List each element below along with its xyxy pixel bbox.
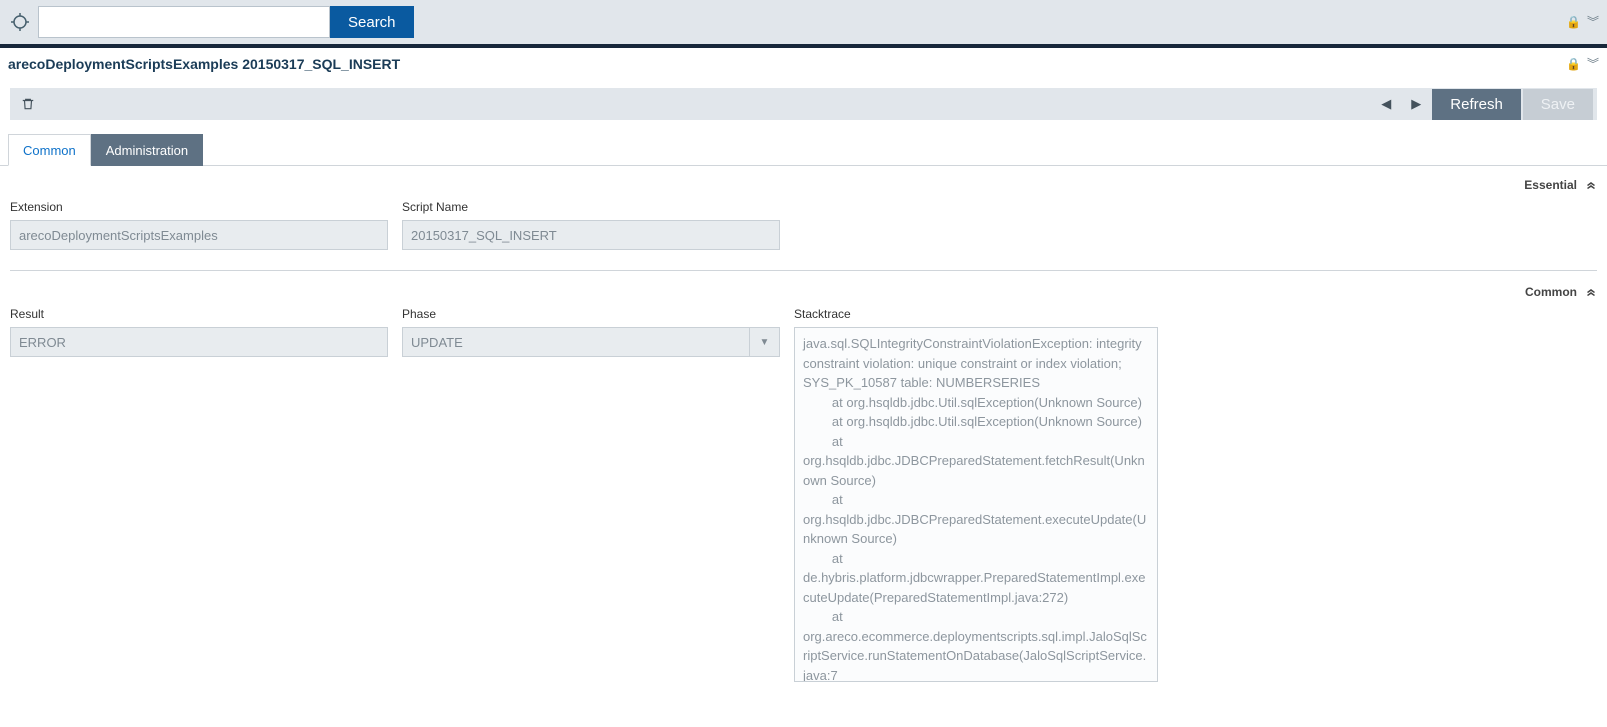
common-row: Result Phase UPDATE ▼ Stacktrace java.sq…: [10, 303, 1597, 682]
collapse-essential-icon[interactable]: [1585, 179, 1597, 191]
page-title: arecoDeploymentScriptsExamples 20150317_…: [8, 56, 400, 72]
phase-select-text: UPDATE: [403, 328, 749, 356]
section-common-title: Common: [1525, 285, 1577, 299]
scriptname-label: Script Name: [402, 200, 780, 214]
field-phase: Phase UPDATE ▼: [402, 307, 780, 682]
lock-icon[interactable]: 🔒: [1566, 57, 1581, 71]
titlebar-right: 🔒 ︾: [1566, 57, 1599, 71]
tab-bar: Common Administration: [0, 120, 1607, 166]
chevron-down-icon[interactable]: ▼: [749, 328, 779, 356]
result-input[interactable]: [10, 327, 388, 357]
search-input[interactable]: [38, 6, 330, 38]
top-search-bar: Search 🔒 ︾: [0, 0, 1607, 44]
lock-icon[interactable]: 🔒: [1566, 15, 1581, 29]
phase-select[interactable]: UPDATE ▼: [402, 327, 780, 357]
stacktrace-label: Stacktrace: [794, 307, 1162, 321]
field-result: Result: [10, 307, 388, 682]
scriptname-input[interactable]: [402, 220, 780, 250]
expand-icon[interactable]: ︾: [1587, 61, 1599, 67]
toolbar-right: ◀ ▶ Refresh Save: [1372, 89, 1593, 120]
toolbar-left: [14, 90, 42, 118]
section-essential-title: Essential: [1524, 178, 1577, 192]
section-divider: [10, 270, 1597, 271]
collapse-common-icon[interactable]: [1585, 286, 1597, 298]
title-bar: arecoDeploymentScriptsExamples 20150317_…: [0, 48, 1607, 80]
save-button: Save: [1523, 89, 1593, 120]
app-logo-icon[interactable]: [8, 10, 32, 34]
refresh-button[interactable]: Refresh: [1432, 89, 1521, 120]
field-extension: Extension: [10, 200, 388, 250]
section-essential-header: Essential: [10, 174, 1597, 196]
topbar-right: 🔒 ︾: [1566, 15, 1599, 29]
search-button[interactable]: Search: [330, 6, 414, 38]
field-scriptname: Script Name: [402, 200, 780, 250]
delete-icon[interactable]: [14, 90, 42, 118]
tab-administration[interactable]: Administration: [91, 134, 203, 166]
result-label: Result: [10, 307, 388, 321]
tab-common[interactable]: Common: [8, 134, 91, 166]
prev-arrow-icon[interactable]: ◀: [1372, 90, 1400, 118]
section-common-header: Common: [10, 281, 1597, 303]
phase-label: Phase: [402, 307, 780, 321]
essential-row: Extension Script Name: [10, 196, 1597, 250]
topbar-left: Search: [8, 6, 414, 38]
expand-icon[interactable]: ︾: [1587, 19, 1599, 25]
next-arrow-icon[interactable]: ▶: [1402, 90, 1430, 118]
action-toolbar: ◀ ▶ Refresh Save: [10, 88, 1597, 120]
extension-label: Extension: [10, 200, 388, 214]
field-stacktrace: Stacktrace java.sql.SQLIntegrityConstrai…: [794, 307, 1162, 682]
content-area: Essential Extension Script Name Common R…: [0, 166, 1607, 702]
extension-input[interactable]: [10, 220, 388, 250]
stacktrace-textarea[interactable]: java.sql.SQLIntegrityConstraintViolation…: [794, 327, 1158, 682]
